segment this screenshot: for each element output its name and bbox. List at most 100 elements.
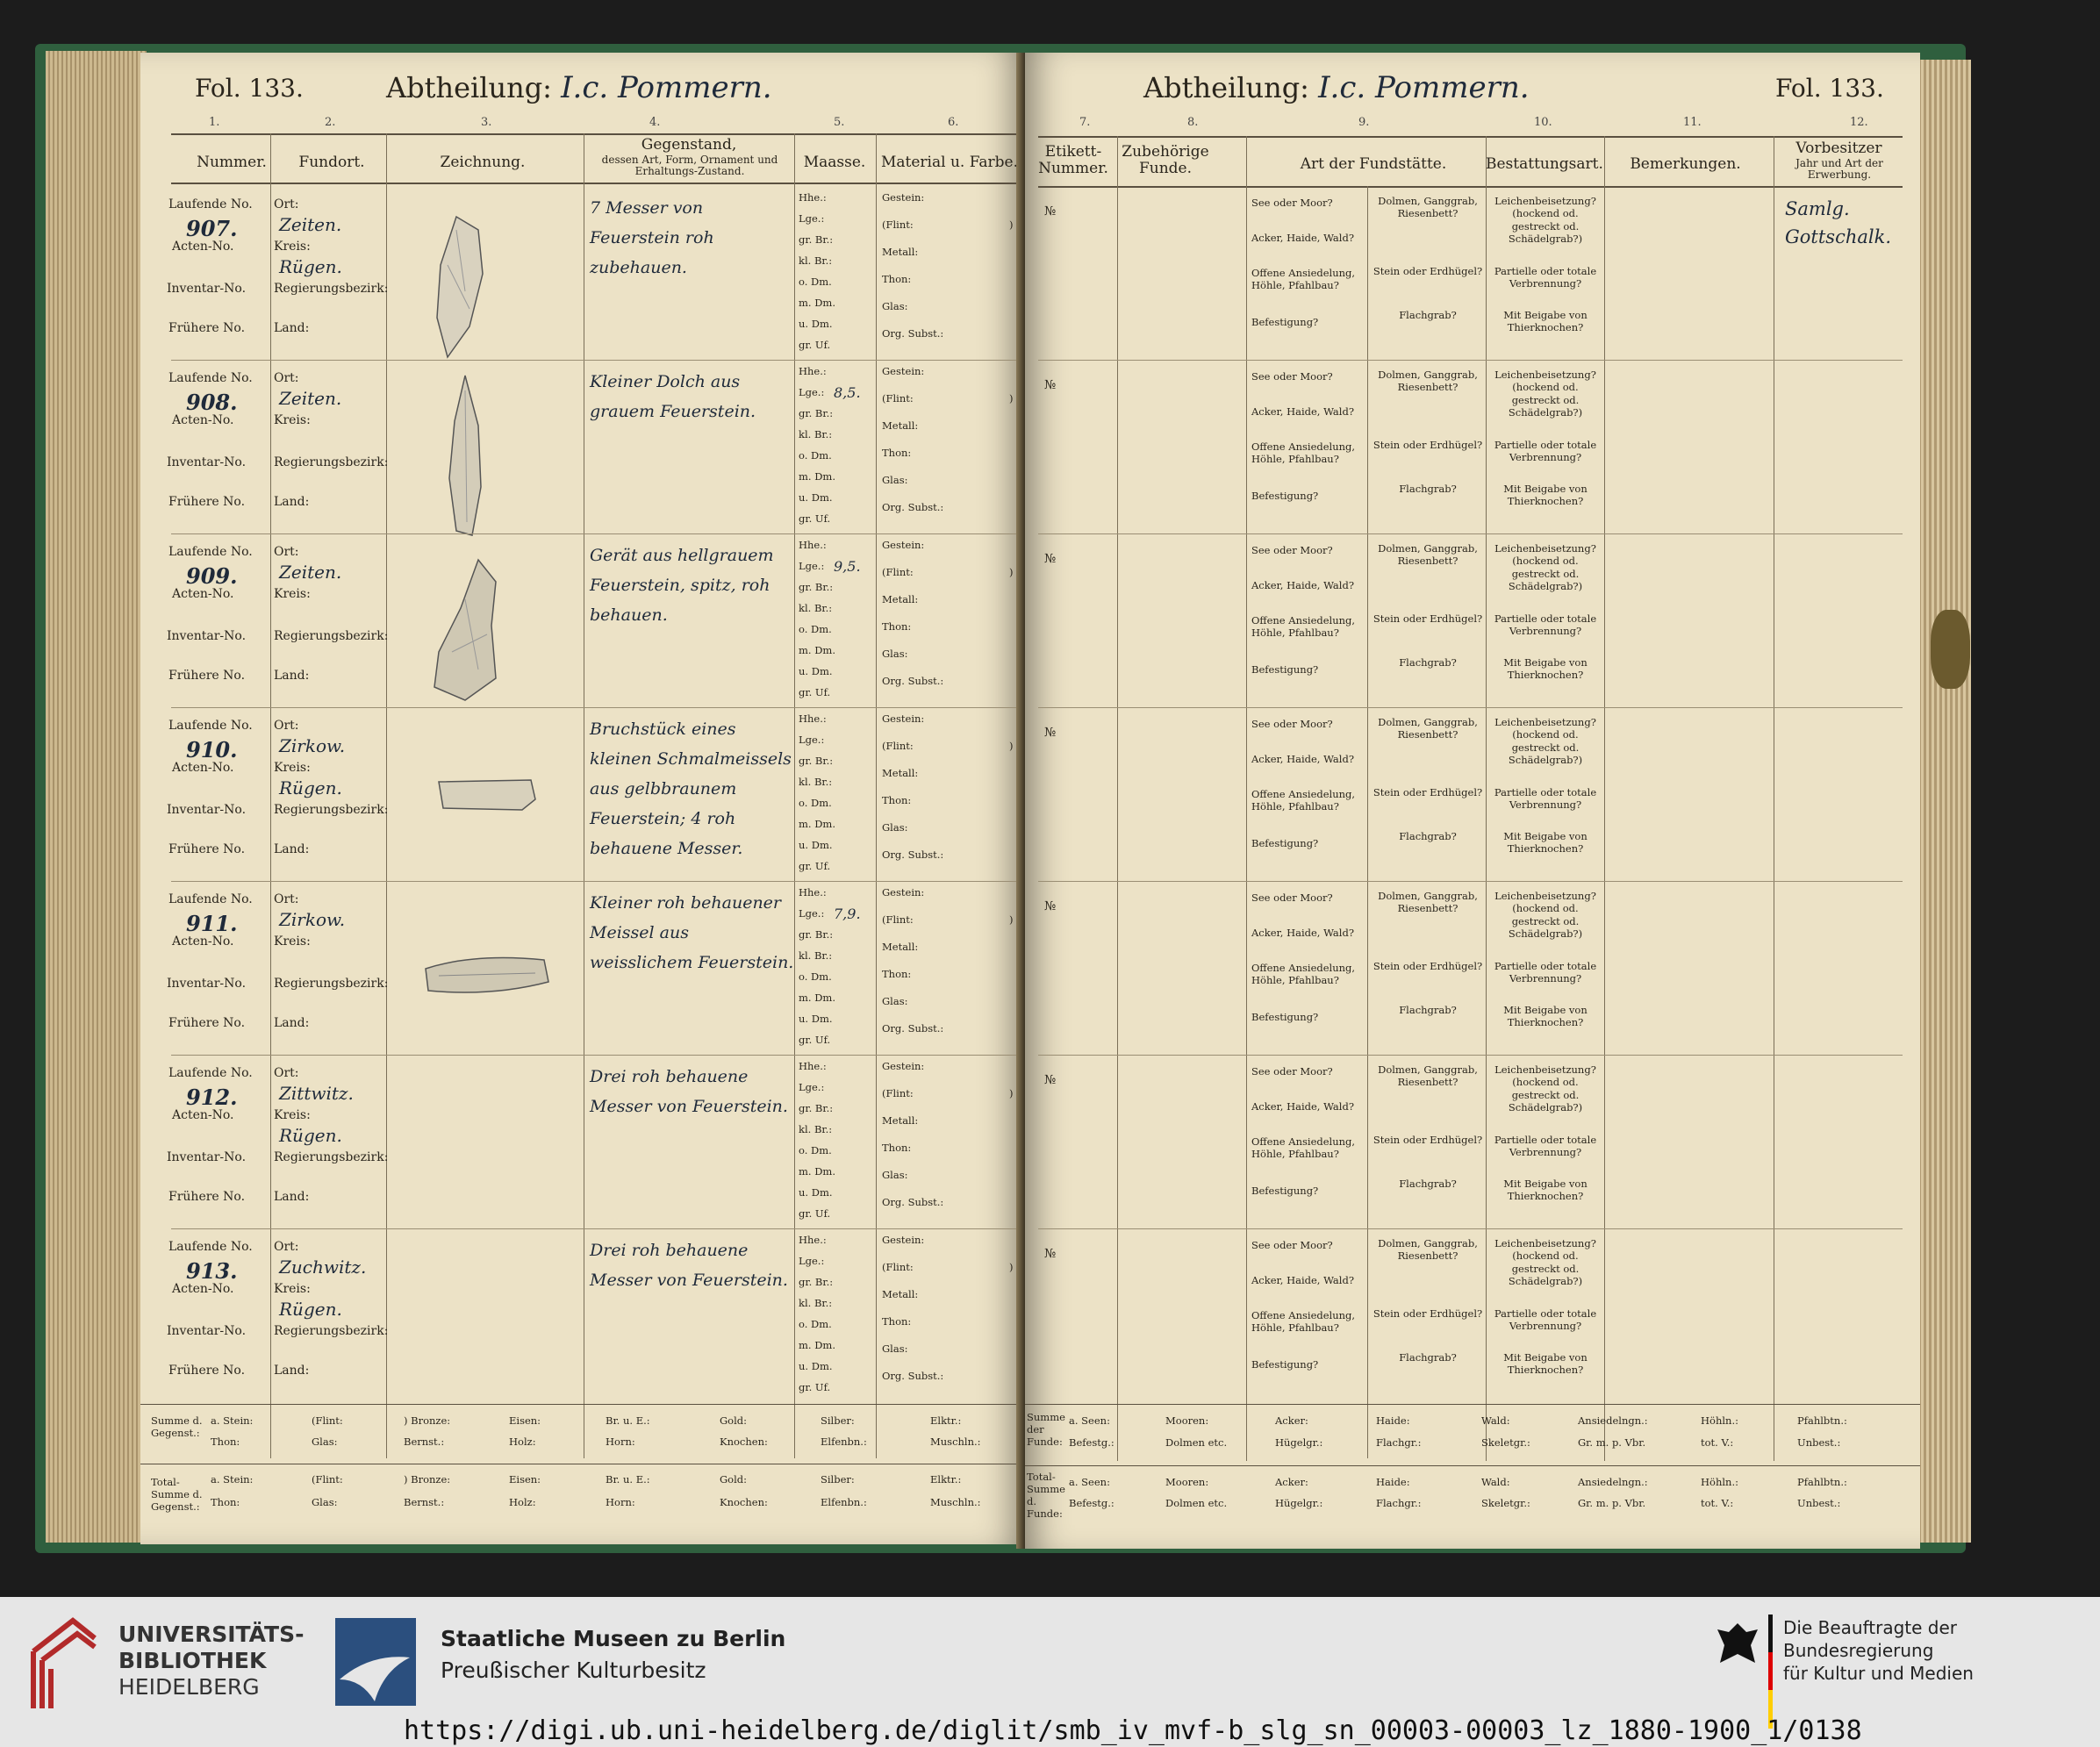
fundstaette-question: Flachgrab?: [1399, 309, 1457, 321]
summary-field: Pfahlbtn.:: [1797, 1476, 1847, 1488]
fundstaette-question: Acker, Haide, Wald?: [1251, 579, 1354, 591]
fundort-ort: Zeiten.: [279, 562, 342, 583]
material-label: Thon:: [882, 620, 912, 633]
row-divider: [1038, 533, 1903, 534]
summary-field: Gold:: [720, 1473, 748, 1486]
material-label: Glas:: [882, 300, 908, 312]
fundstaette-question: Acker, Haide, Wald?: [1251, 232, 1354, 244]
smb-eagle-icon: [335, 1618, 416, 1706]
material-label: (Flint:: [882, 218, 914, 231]
fundstaette-question: Flachgrab?: [1399, 1178, 1457, 1190]
etikett-no: №: [1044, 726, 1057, 740]
measure-label: kl. Br.:: [799, 428, 833, 440]
measure-label: Lge.:: [799, 212, 825, 225]
header-gegenstand: Gegenstand,: [641, 136, 737, 154]
abtheilung-left: Abtheilung: I.c. Pommern.: [386, 70, 772, 105]
fundort-kreis: Rügen.: [279, 777, 342, 798]
material-label: Gestein:: [882, 1060, 925, 1072]
label-fruehere: Frühere No.: [168, 1364, 246, 1378]
label-acten: Acten-No.: [172, 761, 234, 775]
summary-field: Bernst.:: [404, 1496, 445, 1508]
col-num: 1.: [209, 116, 220, 129]
bestattung-question: Partielle oder totale Verbrennung?: [1494, 1307, 1597, 1333]
measure-label: gr. Br.:: [799, 233, 834, 246]
summary-field: Silber:: [821, 1414, 855, 1427]
measure-label: o. Dm.: [799, 1144, 832, 1156]
label-acten: Acten-No.: [172, 934, 234, 949]
measure-label: Lge.:: [799, 386, 825, 398]
fundstaette-question: Stein oder Erdhügel?: [1373, 960, 1483, 972]
fundstaette-question: Flachgrab?: [1399, 483, 1457, 495]
label-fruehere: Frühere No.: [168, 669, 246, 683]
summary-field: Muschln.:: [930, 1436, 981, 1448]
summary-label-2: Total-Summe d. Funde:: [1027, 1471, 1065, 1520]
summary-field: Höhln.:: [1701, 1414, 1738, 1427]
summary-field: Holz:: [509, 1496, 536, 1508]
label-land: Land:: [274, 321, 310, 335]
label-land: Land:: [274, 1364, 310, 1378]
etikett-no: №: [1044, 899, 1057, 913]
row-divider: [171, 533, 1018, 534]
fundstaette-question: Flachgrab?: [1399, 830, 1457, 842]
entry-number: 910.: [186, 737, 238, 763]
ub-line: HEIDELBERG: [118, 1674, 260, 1700]
material-label: Glas:: [882, 1342, 908, 1355]
measure-label: o. Dm.: [799, 276, 832, 288]
col-line: [1246, 136, 1247, 1461]
summary-field: Haide:: [1376, 1414, 1410, 1427]
material-label: Metall:: [882, 767, 919, 779]
etikett-no: №: [1044, 378, 1057, 392]
col-line: [1367, 186, 1368, 1458]
fundort-kreis: Rügen.: [279, 256, 342, 277]
measure-label: gr. Uf.: [799, 860, 831, 872]
label-acten: Acten-No.: [172, 1108, 234, 1122]
material-label: Thon:: [882, 968, 912, 980]
label-fruehere: Frühere No.: [168, 1016, 246, 1030]
bestattung-question: Mit Beigabe von Thierknochen?: [1503, 1178, 1588, 1203]
label-kreis: Kreis:: [274, 587, 311, 601]
ub-line: UNIVERSITÄTS-: [118, 1622, 305, 1647]
col-line: [270, 133, 271, 1458]
page-stack-right: [1918, 60, 1971, 1543]
folio-right: Fol. 133.: [1775, 74, 1884, 103]
measure-label: Lge.:: [799, 907, 825, 920]
artifact-description: Gerät aus hellgrauem Feuerstein, spitz, …: [590, 546, 774, 625]
fundstaette-question: See oder Moor?: [1251, 891, 1333, 904]
label-laufende: Laufende No.: [168, 1066, 253, 1080]
row-divider: [171, 707, 1018, 708]
header-zeichnung: Zeichnung.: [440, 154, 526, 171]
row-divider: [171, 360, 1018, 361]
summary-field: Elktr.:: [930, 1473, 962, 1486]
permalink-url[interactable]: https://digi.ub.uni-heidelberg.de/diglit…: [404, 1715, 1862, 1746]
material-label: Glas:: [882, 648, 908, 660]
summary-rule: [1025, 1404, 1920, 1405]
bkm-name: Die Beauftragte der Bundesregierung für …: [1783, 1616, 2100, 1685]
artifact-drawing: [421, 951, 553, 1003]
smb-line: Preußischer Kulturbesitz: [441, 1658, 706, 1683]
label-inventar: Inventar-No.: [167, 803, 247, 817]
material-label: Org. Subst.:: [882, 1022, 944, 1035]
label-fruehere: Frühere No.: [168, 1190, 246, 1204]
summary-field: a. Seen:: [1069, 1414, 1110, 1427]
measure-label: m. Dm.: [799, 1339, 835, 1351]
summary-field: Thon:: [211, 1496, 240, 1508]
col-num: 5.: [834, 116, 845, 129]
abtheilung-label: Abtheilung:: [386, 71, 552, 104]
ub-name: UNIVERSITÄTS- BIBLIOTHEK HEIDELBERG: [118, 1622, 304, 1700]
col-num: 10.: [1534, 116, 1552, 129]
fundort-ort: Zuchwitz.: [279, 1257, 367, 1278]
summary-field: Hügelgr.:: [1275, 1497, 1323, 1509]
material-label: Org. Subst.:: [882, 848, 944, 861]
row-divider: [171, 881, 1018, 882]
measure-label: u. Dm.: [799, 491, 833, 504]
label-fruehere: Frühere No.: [168, 495, 246, 509]
measure-label: gr. Br.:: [799, 1102, 834, 1114]
ub-logo-icon: [25, 1616, 104, 1713]
paren-close: ): [1009, 392, 1014, 405]
summary-field: Flachgr.:: [1376, 1436, 1422, 1449]
summary-field: Br. u. E.:: [606, 1473, 650, 1486]
summary-field: Eisen:: [509, 1414, 541, 1427]
smb-line: Staatliche Museen zu Berlin: [441, 1626, 786, 1651]
summary-field: Horn:: [606, 1436, 635, 1448]
measure-label: o. Dm.: [799, 1318, 832, 1330]
